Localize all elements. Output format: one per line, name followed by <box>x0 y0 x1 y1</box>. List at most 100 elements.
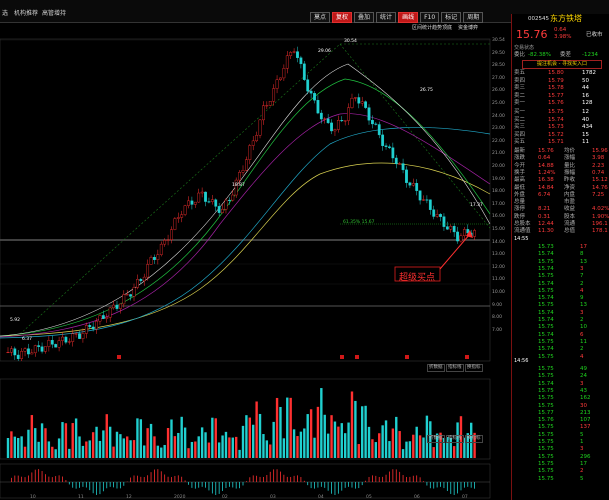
price-tick: 30.54 <box>492 38 505 43</box>
tool-button-overlay[interactable]: 叠加 <box>354 12 375 23</box>
stat-row: 最新 15.76 均价 15.96 <box>514 148 608 154</box>
macd-bar <box>17 475 19 482</box>
macd-bar <box>290 476 292 482</box>
candle-body <box>159 243 163 255</box>
volume-bar <box>156 445 160 458</box>
candle-body <box>449 225 453 230</box>
volume-bar <box>309 409 313 458</box>
candle-body <box>265 105 269 107</box>
date-tick: 05 <box>366 495 372 500</box>
macd-bar <box>317 482 319 488</box>
macd-bar <box>256 475 258 482</box>
volume-bar <box>91 432 95 458</box>
opportunity-tip[interactable]: 提注机会 - 寻找买入口 <box>522 60 602 69</box>
stat-row: 跌停 0.31 股本 1.90% <box>514 213 609 220</box>
volume-bar <box>269 444 272 458</box>
chart-toolbar: 莫点 复权 叠加 统计 画线 F10 标记 周期 <box>310 12 484 23</box>
candle-body <box>108 307 112 318</box>
date-tick: 06 <box>414 495 420 500</box>
trade-status: 交易状态 <box>514 45 535 51</box>
macd-bar <box>75 482 77 489</box>
menu-item-institution[interactable]: 机构推荐 <box>14 8 38 17</box>
volume-bar <box>207 442 211 458</box>
macd-bar <box>297 475 298 482</box>
volume-bar <box>6 438 10 458</box>
candle-body <box>183 205 187 215</box>
stat-row: 总股本 12.44 流通 196.1 <box>514 221 608 227</box>
candle-body <box>377 124 381 136</box>
candle-body <box>78 333 81 339</box>
sub-btn-change[interactable]: 换指标 <box>465 364 483 372</box>
super-buy-label: 超级买点 <box>399 273 436 283</box>
tick-row: 15.75 17 <box>538 460 587 467</box>
volume-bar <box>343 433 347 458</box>
tool-button-f10[interactable]: F10 <box>420 12 440 23</box>
sub-btn-data-2[interactable]: 折数据 <box>427 435 445 443</box>
kline-chart[interactable] <box>0 24 510 500</box>
candle-body <box>388 146 391 148</box>
macd-bar <box>395 469 397 482</box>
volume-bar <box>289 397 292 458</box>
volume-bar <box>231 437 234 458</box>
candle-body <box>207 201 211 203</box>
tick-row: 15.75 7 <box>538 273 584 280</box>
macd-bar <box>133 475 135 482</box>
tick-row: 15.74 2 <box>538 346 584 353</box>
volume-bar <box>303 428 306 458</box>
volume-bar <box>228 437 231 458</box>
price-tick: 19.00 <box>492 176 505 182</box>
volume-bar <box>40 423 44 458</box>
label-1737: 17.37 <box>470 203 483 208</box>
menu-item-executive[interactable]: 高管增持 <box>42 8 66 17</box>
candle-body <box>217 206 221 213</box>
macd-bar <box>28 475 29 482</box>
macd-bar <box>259 476 261 482</box>
tick-row: 15.75 5 <box>538 431 584 438</box>
candle-body <box>391 147 395 159</box>
date-tick: 10 <box>30 495 36 500</box>
price-tick: 22.00 <box>492 138 505 144</box>
menu-item-select[interactable]: 选 <box>2 8 8 17</box>
candle-body <box>71 333 75 342</box>
stat-row: 总量 市盈 <box>514 199 576 206</box>
volume-bar <box>357 444 360 458</box>
candle-body <box>323 118 327 120</box>
price-tick: 25.00 <box>492 101 505 106</box>
volume-bar <box>299 431 303 458</box>
macd-bar <box>82 482 84 487</box>
macd-bar <box>188 482 189 485</box>
macd-bar <box>365 480 367 482</box>
sub-btn-line[interactable]: 指标线 <box>446 364 464 372</box>
tool-button-period[interactable]: 周期 <box>463 12 484 23</box>
tool-button-mark[interactable]: 标记 <box>441 12 462 23</box>
candle-body <box>64 336 68 343</box>
tick-row: 15.74 2 <box>538 317 584 323</box>
candle-body <box>439 214 442 217</box>
sub-btn-change-2[interactable]: 换指标 <box>465 435 483 443</box>
candle-body <box>452 225 456 233</box>
tool-button-fuquan[interactable]: 复权 <box>332 12 353 23</box>
volume-bar <box>350 391 354 458</box>
stock-change: 0.64 <box>554 27 567 33</box>
candle-body <box>20 351 24 359</box>
tool-button[interactable]: 莫点 <box>310 12 331 23</box>
tool-button-stats[interactable]: 统计 <box>376 12 397 23</box>
candle-body <box>394 157 398 165</box>
sub-btn-data[interactable]: 折数据 <box>427 364 445 372</box>
volume-bar <box>337 426 340 458</box>
weibi-row: 委比 -82.38% 委差 -1234 <box>514 52 598 58</box>
volume-bar <box>23 446 27 458</box>
volume-bar <box>333 421 337 458</box>
price-tick: 18.00 <box>492 189 505 195</box>
tool-button-draw[interactable]: 画线 <box>398 12 419 23</box>
volume-bar <box>166 428 170 458</box>
volume-bar <box>296 436 299 458</box>
candle-body <box>170 229 173 241</box>
candle-body <box>343 120 347 122</box>
candle-body <box>398 163 402 165</box>
macd-bar <box>337 482 339 494</box>
macd-bar <box>143 477 145 482</box>
price-tick: 26.00 <box>492 88 505 94</box>
volume-bar <box>163 444 166 458</box>
sub-btn-line-2[interactable]: 指标线 <box>446 435 464 443</box>
